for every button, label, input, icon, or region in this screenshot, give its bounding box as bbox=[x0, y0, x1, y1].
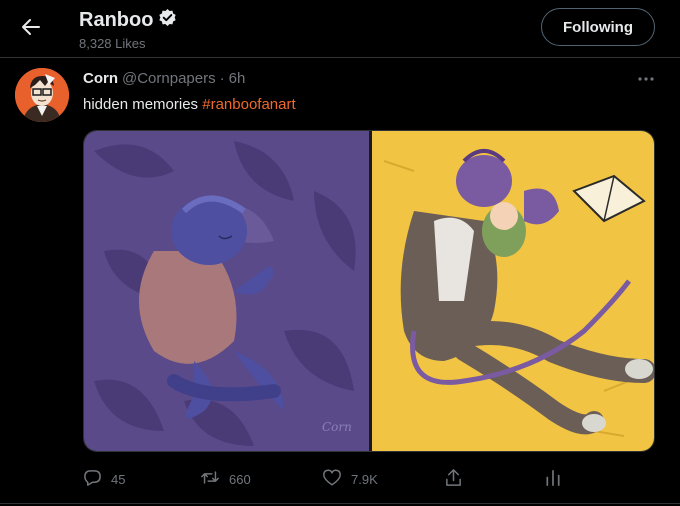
verified-badge-icon bbox=[158, 8, 177, 33]
share-icon bbox=[444, 468, 463, 490]
following-button[interactable]: Following bbox=[541, 8, 655, 46]
analytics-icon bbox=[544, 468, 562, 490]
more-options-button[interactable] bbox=[634, 68, 658, 88]
separator-dot: · bbox=[219, 70, 225, 87]
retweet-icon bbox=[200, 468, 220, 490]
back-button[interactable] bbox=[14, 12, 48, 46]
share-button[interactable] bbox=[444, 466, 463, 492]
tweet-divider bbox=[0, 503, 680, 504]
profile-name-row: Ranboo bbox=[79, 8, 177, 33]
tweet-actions: 45 660 7.9K bbox=[83, 466, 583, 492]
author-avatar[interactable] bbox=[15, 68, 69, 122]
reply-button[interactable]: 45 bbox=[83, 466, 125, 492]
artist-signature: Corn bbox=[322, 420, 352, 434]
author-name[interactable]: Corn bbox=[83, 70, 118, 87]
arrow-left-icon bbox=[21, 17, 41, 42]
like-count: 7.9K bbox=[351, 471, 378, 487]
hashtag-link[interactable]: #ranboofanart bbox=[202, 96, 295, 113]
like-button[interactable]: 7.9K bbox=[322, 466, 378, 492]
tweet-body: hidden memories bbox=[83, 96, 203, 113]
author-handle[interactable]: @Cornpapers bbox=[122, 70, 216, 87]
more-dots-icon bbox=[637, 69, 655, 87]
heart-icon bbox=[322, 468, 342, 490]
retweet-count: 660 bbox=[229, 471, 251, 487]
profile-title: Ranboo bbox=[79, 9, 154, 31]
tweet-time[interactable]: 6h bbox=[229, 70, 246, 87]
tweet-image[interactable]: Corn bbox=[83, 130, 655, 452]
right-illustration-panel bbox=[372, 131, 654, 451]
profile-header: Ranboo 8,328 Likes Following bbox=[0, 0, 680, 58]
analytics-button[interactable] bbox=[544, 466, 562, 492]
tweet-text: hidden memories #ranboofanart bbox=[83, 96, 296, 113]
retweet-button[interactable]: 660 bbox=[200, 466, 251, 492]
reply-count: 45 bbox=[111, 471, 126, 487]
reply-icon bbox=[83, 468, 102, 490]
likes-count: 8,328 Likes bbox=[79, 36, 146, 51]
left-illustration-panel: Corn bbox=[84, 131, 369, 451]
tweet-author-line: Corn @Cornpapers · 6h bbox=[83, 70, 245, 87]
